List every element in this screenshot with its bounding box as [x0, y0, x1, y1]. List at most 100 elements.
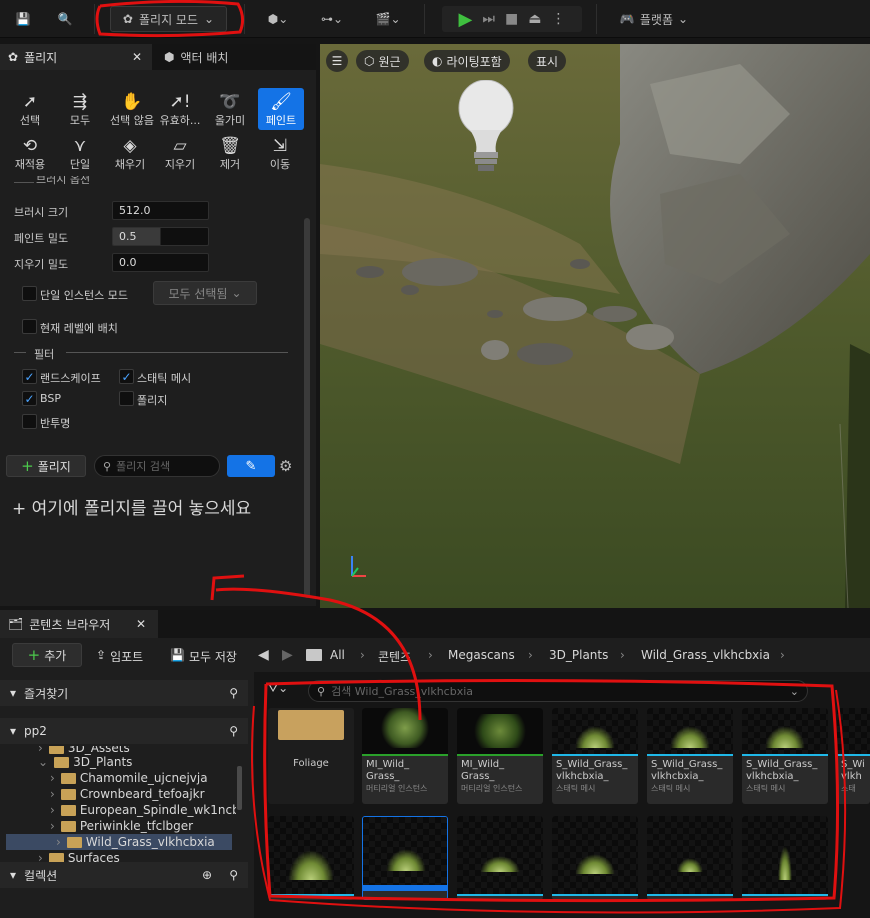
asset-tile[interactable]: MI_Wild_ Grass_ 머티리얼 인스턴스 [362, 708, 448, 804]
add-actor-icon[interactable]: ⬢⌄ [258, 6, 298, 32]
search-icon[interactable]: ⚲ [229, 686, 238, 700]
save-all-button[interactable]: 💾 모두 저장 [170, 648, 237, 665]
tool-paint[interactable]: 🖌 페인트 [258, 88, 304, 130]
folder-open-icon [54, 756, 70, 768]
cinematics-icon[interactable]: 🎬⌄ [368, 6, 408, 32]
breadcrumb-item[interactable]: 3D_Plants [549, 648, 608, 662]
collections-header[interactable]: ▾ 컬렉션 ⊕ ⚲ [0, 862, 248, 888]
import-button[interactable]: ⇪ 임포트 [96, 648, 143, 665]
project-header[interactable]: ▾ pp2 ⚲ [0, 718, 248, 744]
content-browse-icon[interactable]: 🔍 [52, 6, 78, 32]
tree-item[interactable]: › Chamomile_ujcnejvja [0, 770, 236, 786]
breadcrumb-item[interactable]: Megascans [448, 648, 515, 662]
tree-scrollbar[interactable] [237, 766, 242, 810]
lighting-button[interactable]: ◐ 라이팅포함 [424, 50, 510, 72]
asset-tile[interactable] [742, 816, 828, 900]
blueprint-icon[interactable]: ⊶⌄ [312, 6, 352, 32]
tool-select-invalid[interactable]: ➚! 유효하... [158, 88, 202, 130]
close-icon[interactable]: ✕ [136, 617, 146, 631]
chevron-right-icon: › [620, 648, 625, 662]
tool-erase[interactable]: ▱ 지우기 [158, 132, 202, 174]
tree-item[interactable]: › European_Spindle_wk1ncb [0, 802, 236, 818]
tree-item[interactable]: ⌄ 3D_Plants [0, 754, 236, 770]
erase-density-input[interactable]: 0.0 [112, 253, 209, 272]
filter-foliage-checkbox[interactable] [119, 391, 134, 406]
asset-tile-folder[interactable]: Foliage [268, 708, 354, 804]
tool-select-all[interactable]: ⇶ 모두 [58, 88, 102, 130]
deselect-icon: ✋ [121, 92, 143, 112]
eject-icon[interactable]: ⏏ [528, 11, 541, 27]
tab-content-browser[interactable]: 🗂 콘텐츠 브라우저 ✕ [0, 610, 158, 638]
tool-deselect[interactable]: ✋ 선택 않음 [108, 88, 156, 130]
place-current-level-checkbox[interactable] [22, 319, 37, 334]
search-icon[interactable]: ⚲ [229, 724, 238, 738]
tool-reapply[interactable]: ⟲ 재적용 [8, 132, 52, 174]
forward-icon[interactable]: ▶ [282, 647, 293, 663]
tool-fill[interactable]: ◈ 채우기 [108, 132, 152, 174]
asset-tile[interactable]: MI_Wild_ Grass_ 머티리얼 인스턴스 [457, 708, 543, 804]
asset-thumbnail [742, 816, 828, 896]
gear-icon[interactable]: ⚙ [279, 457, 292, 475]
search-icon[interactable]: ⚲ [229, 868, 238, 882]
filter-bsp-checkbox[interactable]: ✓ [22, 391, 37, 406]
tool-move[interactable]: ⇲ 이동 [258, 132, 302, 174]
platform-button[interactable]: 🎮 플랫폼 ⌄ [610, 6, 698, 32]
folder-icon [48, 746, 64, 754]
asset-tile[interactable] [457, 816, 543, 900]
breadcrumb-item[interactable]: 콘텐츠 [378, 648, 411, 665]
asset-tile[interactable] [647, 816, 733, 900]
asset-tile-selected[interactable] [362, 816, 448, 900]
tree-item[interactable]: › Periwinkle_tfclbger [0, 818, 236, 834]
panel-scrollbar[interactable] [304, 218, 310, 598]
perspective-button[interactable]: ⬡ 원근 [356, 50, 409, 72]
foliage-paint-toggle-button[interactable]: ✎ [227, 455, 275, 477]
show-button[interactable]: 표시 [528, 50, 567, 72]
tree-item[interactable]: › Surfaces [0, 850, 236, 862]
filter-landscape-checkbox[interactable]: ✓ [22, 369, 37, 384]
paint-density-input[interactable]: 0.5 [112, 227, 209, 246]
brush-size-input[interactable]: 512.0 [112, 201, 209, 220]
favorites-header[interactable]: ▾ 즐겨찾기 ⚲ [0, 680, 248, 706]
viewport-menu-button[interactable]: ☰ [326, 50, 348, 72]
add-foliage-button[interactable]: + 폴리지 [6, 455, 86, 477]
asset-name: MI_Wild_ Grass_ [461, 759, 505, 782]
tab-place-actors[interactable]: ⬢ 액터 배치 [156, 44, 286, 70]
filter-translucent-checkbox[interactable] [22, 414, 37, 429]
foliage-search-input[interactable]: ⚲ 폴리지 검색 [94, 455, 220, 477]
add-collection-icon[interactable]: ⊕ [202, 868, 212, 882]
asset-tile[interactable] [268, 816, 354, 900]
single-instance-label: 단일 인스턴스 모드 [40, 289, 128, 302]
tool-label: 채우기 [114, 158, 146, 171]
folder-icon [278, 710, 344, 740]
tool-lasso[interactable]: ➰ 올가미 [208, 88, 252, 130]
play-icon[interactable]: ▶ [459, 9, 473, 30]
asset-tile[interactable] [552, 816, 638, 900]
breadcrumb-item[interactable]: All [330, 648, 345, 662]
tree-item-selected[interactable]: › Wild_Grass_vlkhcbxia [6, 834, 232, 850]
tab-foliage[interactable]: ✿ 폴리지 ✕ [0, 44, 152, 70]
asset-tile[interactable]: S_Wild_Grass_ vlkhcbxia_ 스태틱 메시 [552, 708, 638, 804]
tool-remove[interactable]: 🗑 제거 [208, 132, 252, 174]
skip-icon[interactable]: ⏭ [482, 11, 495, 27]
tool-label: 이동 [269, 158, 291, 171]
stop-icon[interactable]: ■ [505, 11, 518, 27]
asset-tile[interactable]: S_Wild_Grass_ vlkhcbxia_ 스태틱 메시 [742, 708, 828, 804]
tool-single[interactable]: ⋎ 단일 [58, 132, 102, 174]
select-all-dropdown[interactable]: 모두 선택됨 ⌄ [153, 281, 257, 305]
tool-select[interactable]: ➚ 선택 [8, 88, 52, 130]
level-viewport[interactable]: ☰ ⬡ 원근 ◐ 라이팅포함 표시 [320, 44, 870, 608]
back-icon[interactable]: ◀ [258, 647, 269, 663]
asset-tile[interactable]: S_Wi vlkh 스태 [837, 708, 870, 804]
asset-search-input[interactable]: ⚲ 검색 Wild_Grass_vlkhcbxia ⌄ [308, 680, 808, 702]
breadcrumb-item[interactable]: Wild_Grass_vlkhcbxia [641, 648, 770, 662]
single-instance-checkbox[interactable] [22, 286, 37, 301]
asset-type: 스태틱 메시 [651, 784, 691, 793]
filter-icon[interactable]: ⛛⌄ [268, 681, 288, 696]
add-button[interactable]: + 추가 [12, 643, 82, 667]
tree-item[interactable]: › Crownbeard_tefoajkr [0, 786, 236, 802]
filter-static-mesh-checkbox[interactable]: ✓ [119, 369, 134, 384]
close-icon[interactable]: ✕ [132, 50, 142, 64]
more-options-icon[interactable]: ⋮ [551, 11, 565, 27]
save-icon[interactable]: 💾 [10, 6, 36, 32]
asset-tile[interactable]: S_Wild_Grass_ vlkhcbxia_ 스태틱 메시 [647, 708, 733, 804]
